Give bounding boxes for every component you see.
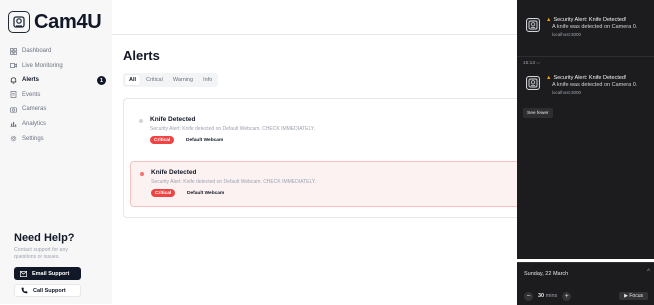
- phone-icon: [21, 287, 28, 294]
- bell-icon: [10, 77, 17, 84]
- alert-filter-tabs: All Critical Warning Info: [123, 73, 219, 87]
- notification-body: A knife was detected on Camera 0.: [552, 24, 638, 30]
- tab-warning[interactable]: Warning: [169, 75, 197, 85]
- sidebar-item-label: Dashboard: [22, 48, 52, 54]
- focus-controls: − 30 mins + ▶ Focus: [524, 291, 652, 301]
- sidebar-item-label: Analytics: [22, 120, 47, 127]
- chevron-up-icon[interactable]: ^: [647, 269, 650, 275]
- status-dot: [139, 119, 143, 123]
- decrease-focus-button[interactable]: −: [524, 291, 533, 301]
- sidebar-item-label: Live Monitoring: [22, 62, 63, 69]
- help-box: Need Help? Contact support for any quest…: [8, 232, 106, 297]
- notification-item[interactable]: ▲ Security Alert: Knife Detected! A knife…: [524, 72, 650, 102]
- alert-message: Security Alert: Knife detected on Defaul…: [150, 126, 315, 132]
- warning-icon: ▲: [546, 75, 552, 81]
- document-icon: [10, 91, 17, 99]
- sidebar: Cam4U Dashboard Live Monitoring Alerts 1…: [0, 0, 113, 304]
- source-badge: Default Webcam: [186, 137, 224, 143]
- notification-host: localhost:3000: [552, 90, 582, 95]
- notification-host: localhost:3000: [552, 32, 582, 37]
- sidebar-item-live-monitoring[interactable]: Live Monitoring: [10, 59, 106, 73]
- app-logo-icon: [526, 18, 540, 32]
- sidebar-item-analytics[interactable]: Analytics: [10, 117, 106, 131]
- severity-badge: Critical: [151, 189, 176, 197]
- chart-icon: [10, 120, 17, 128]
- sidebar-item-settings[interactable]: Settings: [10, 132, 106, 146]
- tab-info[interactable]: Info: [199, 75, 216, 85]
- call-support-label: Call Support: [33, 287, 66, 294]
- notification-panel: ▲ Security Alert: Knife Detected! A knife…: [517, 0, 654, 259]
- alert-message: Security Alert: Knife detected on Defaul…: [151, 179, 316, 185]
- alerts-count-badge: 1: [97, 76, 106, 86]
- focus-start-button[interactable]: ▶ Focus: [619, 292, 648, 300]
- email-support-button[interactable]: Email Support: [14, 267, 81, 280]
- grid-icon: [10, 47, 17, 55]
- see-fewer-button[interactable]: See fewer: [523, 108, 553, 118]
- calendar-date: Sunday, 22 March: [524, 271, 569, 277]
- increase-focus-button[interactable]: +: [562, 291, 572, 301]
- warning-icon: ▲: [546, 17, 552, 23]
- alert-item[interactable]: Knife Detected Security Alert: Knife det…: [130, 161, 519, 207]
- divider: [517, 56, 654, 57]
- video-icon: [10, 62, 17, 69]
- alerts-list: Knife Detected Security Alert: Knife det…: [123, 98, 519, 218]
- help-description: Contact support for any questions or iss…: [14, 247, 68, 260]
- sidebar-item-alerts[interactable]: Alerts 1: [10, 73, 106, 87]
- notification-body: A knife was detected on Camera 0.: [552, 82, 638, 88]
- page-title: Alerts: [123, 48, 160, 63]
- camera-logo-icon: [8, 11, 30, 33]
- status-dot: [140, 172, 144, 176]
- tab-all[interactable]: All: [125, 75, 141, 85]
- play-icon: ▶: [624, 293, 628, 299]
- call-support-button[interactable]: Call Support: [14, 284, 81, 297]
- sidebar-nav: Dashboard Live Monitoring Alerts 1 Event…: [10, 44, 106, 146]
- severity-badge: Critical: [150, 136, 175, 144]
- focus-duration: 30 mins: [538, 293, 558, 299]
- help-title: Need Help?: [14, 232, 75, 244]
- sidebar-item-label: Alerts: [22, 77, 40, 84]
- sidebar-item-label: Settings: [22, 135, 44, 142]
- brand[interactable]: Cam4U: [8, 10, 102, 34]
- sidebar-item-label: Events: [22, 91, 41, 98]
- app-name: Cam4U: [34, 10, 102, 33]
- source-badge: Default Webcam: [187, 190, 225, 196]
- sidebar-item-events[interactable]: Events: [10, 88, 106, 102]
- chevron-down-icon: ⌵: [536, 61, 540, 66]
- sidebar-item-dashboard[interactable]: Dashboard: [10, 44, 106, 58]
- notification-group-time[interactable]: 15:13 ⌵: [523, 60, 540, 66]
- sidebar-item-cameras[interactable]: Cameras: [10, 102, 106, 116]
- email-support-label: Email Support: [32, 270, 70, 277]
- main-content: Alerts All Critical Warning Info Knife D…: [112, 35, 519, 304]
- tab-critical[interactable]: Critical: [142, 75, 167, 85]
- alert-title: Knife Detected: [150, 116, 196, 123]
- notification-title: ▲ Security Alert: Knife Detected!: [546, 75, 627, 81]
- calendar-panel: Sunday, 22 March ^ − 30 mins + ▶ Focus: [517, 262, 654, 305]
- notification-title: ▲ Security Alert: Knife Detected!: [546, 17, 627, 23]
- camera-icon: [10, 106, 17, 113]
- alert-item[interactable]: Knife Detected Security Alert: Knife det…: [130, 109, 518, 153]
- app-logo-icon: [526, 76, 540, 90]
- sidebar-item-label: Cameras: [22, 106, 47, 113]
- notification-item[interactable]: ▲ Security Alert: Knife Detected! A knife…: [524, 14, 650, 44]
- alert-title: Knife Detected: [151, 169, 197, 176]
- top-bar: [112, 0, 517, 35]
- gear-icon: [10, 135, 17, 142]
- mail-icon: [20, 270, 27, 277]
